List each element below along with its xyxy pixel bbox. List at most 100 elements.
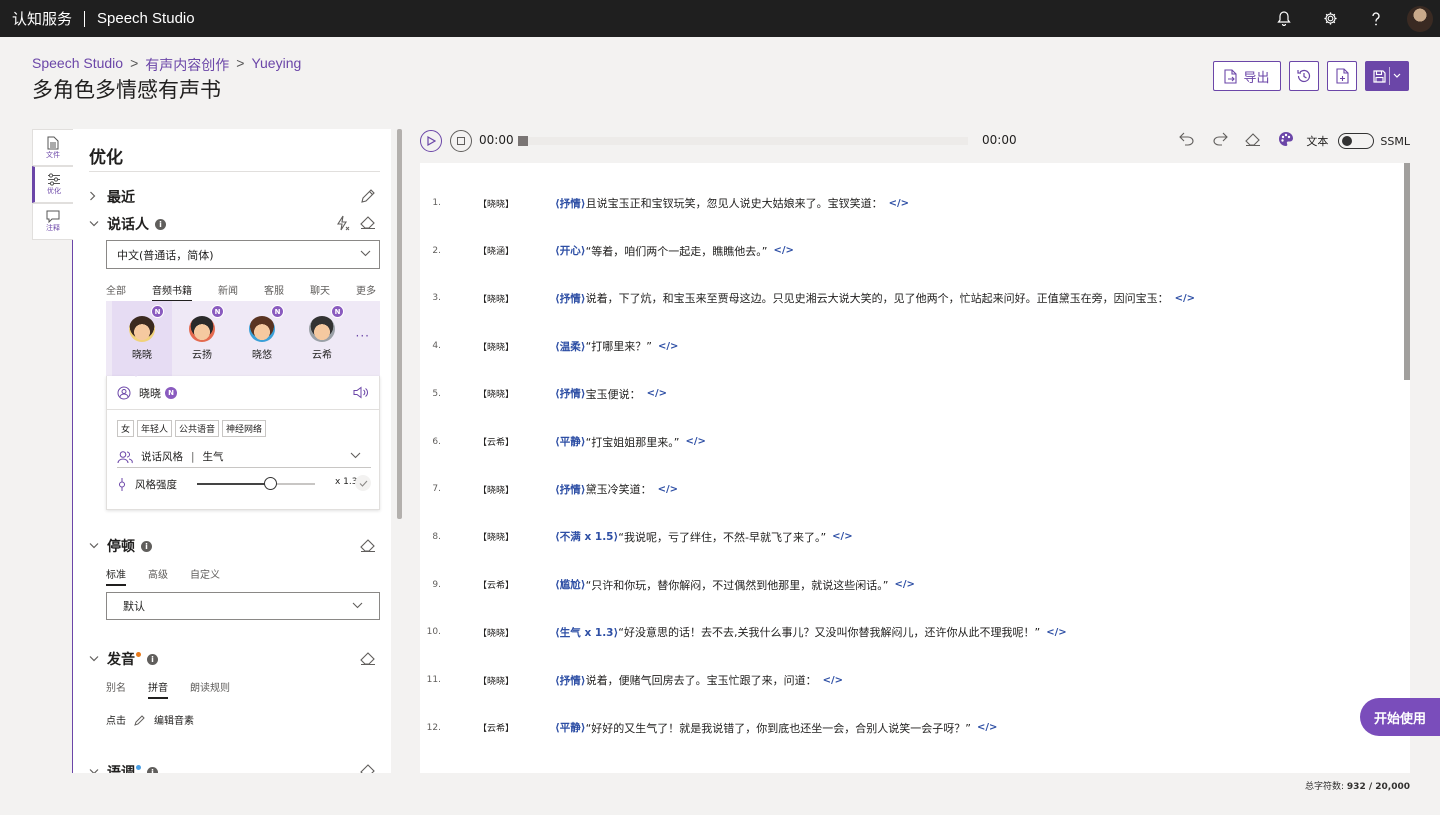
line-content[interactable]: ⟨抒情⟩ 且说宝玉正和宝钗玩笑，忽见人说史大姑娘来了。宝钗笑道： </>	[555, 195, 909, 211]
bell-icon[interactable]	[1261, 0, 1307, 37]
ssml-end-tag-icon[interactable]: </>	[977, 722, 997, 733]
get-started-button[interactable]: 开始使用	[1360, 698, 1440, 736]
tab-standard[interactable]: 标准	[106, 566, 126, 586]
ssml-end-tag-icon[interactable]: </>	[1175, 293, 1195, 304]
tab-all[interactable]: 全部	[106, 282, 126, 302]
eraser-icon[interactable]	[360, 215, 376, 234]
line-content[interactable]: ⟨抒情⟩ 黛玉冷笑道： </>	[555, 481, 678, 497]
new-file-button[interactable]	[1327, 61, 1357, 91]
script-line[interactable]: 2. 【晓涵】 ⟨开心⟩ “等着，咱们两个一起走，瞧瞧他去。” </>	[420, 241, 1400, 261]
pause-select[interactable]: 默认	[106, 592, 380, 620]
line-speaker[interactable]: 【晓晓】	[478, 530, 514, 543]
edit-phoneme-link[interactable]: 编辑音素	[154, 712, 194, 727]
palette-icon[interactable]	[1269, 131, 1302, 151]
line-content[interactable]: ⟨抒情⟩ 说着，下了炕，和宝玉来至贾母这边。只见史湘云大说大笑的，见了他两个，忙站…	[555, 290, 1195, 306]
style-intensity-slider[interactable]	[197, 477, 315, 490]
ssml-toggle[interactable]	[1338, 133, 1375, 149]
language-select[interactable]: 中文(普通话，简体)	[106, 240, 380, 269]
emotion-tag[interactable]: ⟨温柔⟩	[555, 339, 586, 354]
line-speaker[interactable]: 【晓晓】	[478, 483, 514, 496]
info-icon[interactable]: i	[147, 653, 158, 665]
voice-item-yunxi[interactable]: N 云希	[292, 301, 352, 376]
emotion-tag[interactable]: ⟨抒情⟩	[555, 291, 586, 306]
info-icon[interactable]: i	[141, 540, 152, 552]
emotion-tag[interactable]: ⟨抒情⟩	[555, 196, 586, 211]
progress-handle[interactable]	[518, 136, 528, 146]
ssml-end-tag-icon[interactable]: </>	[647, 388, 667, 399]
breadcrumb-item-project[interactable]: Yueying	[251, 55, 301, 75]
ssml-end-tag-icon[interactable]: </>	[823, 675, 843, 686]
stop-button[interactable]	[450, 130, 472, 152]
script-line[interactable]: 4. 【晓晓】 ⟨温柔⟩ “打哪里来？” </>	[420, 336, 1400, 356]
product-name[interactable]: Speech Studio	[97, 10, 195, 27]
voice-item-xiaoxiao[interactable]: N 晓晓	[112, 301, 172, 376]
playback-progress[interactable]	[518, 136, 968, 146]
script-line[interactable]: 6. 【云希】 ⟨平静⟩ “打宝姐姐那里来。” </>	[420, 432, 1400, 452]
info-icon[interactable]: i	[155, 218, 166, 230]
line-content[interactable]: ⟨不满 x 1.5⟩ “我说呢，亏了绊住，不然-早就飞了来了。” </>	[555, 529, 853, 545]
script-line[interactable]: 12. 【云希】 ⟨平静⟩ “好好的又生气了！就是我说错了，你到底也还坐一会，合别人说…	[420, 718, 1400, 738]
gear-icon[interactable]	[1307, 0, 1353, 37]
help-icon[interactable]	[1353, 0, 1399, 37]
tab-pinyin[interactable]: 拼音	[148, 679, 168, 699]
eraser-icon[interactable]	[360, 651, 376, 670]
eraser-icon[interactable]	[1236, 132, 1269, 151]
play-button[interactable]	[420, 130, 442, 152]
line-speaker[interactable]: 【晓晓】	[478, 292, 514, 305]
slider-thumb[interactable]	[264, 477, 278, 490]
emotion-tag[interactable]: ⟨平静⟩	[555, 434, 586, 449]
script-editor[interactable]: 1. 【晓晓】 ⟨抒情⟩ 且说宝玉正和宝钗玩笑，忽见人说史大姑娘来了。宝钗笑道： </>…	[420, 163, 1410, 773]
line-speaker[interactable]: 【晓晓】	[478, 340, 514, 353]
editor-scrollbar[interactable]	[1404, 163, 1410, 380]
line-content[interactable]: ⟨开心⟩ “等着，咱们两个一起走，瞧瞧他去。” </>	[555, 243, 794, 259]
save-button[interactable]	[1365, 61, 1409, 91]
voice-item-yunyang[interactable]: N 云扬	[172, 301, 232, 376]
script-line[interactable]: 10. 【晓晓】 ⟨生气 x 1.3⟩ “好没意思的话！去不去,关我什么事儿？又没叫你…	[420, 622, 1400, 642]
pronunciation-section-header[interactable]: 发音 i	[89, 649, 158, 669]
script-line[interactable]: 11. 【晓晓】 ⟨抒情⟩ 说着，便赌气回房去了。宝玉忙跟了来，问道： </>	[420, 670, 1400, 690]
breadcrumb-item-audio-content[interactable]: 有声内容创作	[145, 55, 229, 75]
ssml-end-tag-icon[interactable]: </>	[658, 341, 678, 352]
emotion-tag[interactable]: ⟨生气 x 1.3⟩	[555, 625, 618, 640]
eraser-icon[interactable]	[360, 763, 376, 773]
pause-section-header[interactable]: 停顿 i	[89, 536, 152, 556]
ssml-end-tag-icon[interactable]: </>	[895, 579, 915, 590]
eraser-icon[interactable]	[360, 538, 376, 557]
flash-icon[interactable]	[335, 215, 350, 235]
script-line[interactable]: 1. 【晓晓】 ⟨抒情⟩ 且说宝玉正和宝钗玩笑，忽见人说史大姑娘来了。宝钗笑道： </>	[420, 193, 1400, 213]
script-line[interactable]: 3. 【晓晓】 ⟨抒情⟩ 说着，下了炕，和宝玉来至贾母这边。只见史湘云大说大笑的，见了…	[420, 288, 1400, 308]
recent-section-header[interactable]: 最近	[89, 187, 135, 207]
ssml-end-tag-icon[interactable]: </>	[686, 436, 706, 447]
ssml-end-tag-icon[interactable]: </>	[658, 484, 678, 495]
line-speaker[interactable]: 【晓晓】	[478, 674, 514, 687]
tab-audiobook[interactable]: 音频书籍	[152, 282, 192, 302]
breadcrumb-item-studio[interactable]: Speech Studio	[32, 55, 123, 75]
line-content[interactable]: ⟨生气 x 1.3⟩ “好没意思的话！去不去,关我什么事儿？又没叫你替我解闷儿，还…	[555, 624, 1067, 640]
line-speaker[interactable]: 【晓晓】	[478, 626, 514, 639]
rail-item-file[interactable]: 文件	[32, 129, 73, 166]
script-line[interactable]: 5. 【晓晓】 ⟨抒情⟩ 宝玉便说： </>	[420, 384, 1400, 404]
line-content[interactable]: ⟨尴尬⟩ “只许和你玩，替你解闷，不过偶然到他那里，就说这些闲话。” </>	[555, 577, 915, 593]
tab-news[interactable]: 新闻	[218, 282, 238, 302]
line-content[interactable]: ⟨抒情⟩ 宝玉便说： </>	[555, 386, 667, 402]
brand-name[interactable]: 认知服务	[12, 8, 72, 29]
emotion-tag[interactable]: ⟨开心⟩	[555, 243, 586, 258]
tab-advanced[interactable]: 高级	[148, 566, 168, 586]
tab-chat[interactable]: 聊天	[310, 282, 330, 302]
script-line[interactable]: 7. 【晓晓】 ⟨抒情⟩ 黛玉冷笑道： </>	[420, 479, 1400, 499]
emotion-tag[interactable]: ⟨抒情⟩	[555, 482, 586, 497]
rail-item-comment[interactable]: 注释	[32, 203, 73, 240]
line-content[interactable]: ⟨温柔⟩ “打哪里来？” </>	[555, 338, 678, 354]
line-speaker[interactable]: 【云希】	[478, 435, 514, 448]
ssml-end-tag-icon[interactable]: </>	[832, 531, 852, 542]
tab-more[interactable]: 更多	[356, 282, 376, 302]
line-speaker[interactable]: 【晓涵】	[478, 244, 514, 257]
emotion-tag[interactable]: ⟨抒情⟩	[555, 386, 586, 401]
line-content[interactable]: ⟨抒情⟩ 说着，便赌气回房去了。宝玉忙跟了来，问道： </>	[555, 672, 843, 688]
voice-item-xiaoyou[interactable]: N 晓悠	[232, 301, 292, 376]
emotion-tag[interactable]: ⟨不满 x 1.5⟩	[555, 529, 618, 544]
line-speaker[interactable]: 【晓晓】	[478, 197, 514, 210]
speaker-icon[interactable]	[353, 386, 369, 399]
tab-custom[interactable]: 自定义	[190, 566, 220, 586]
speaker-section-header[interactable]: 说话人 i	[89, 214, 166, 234]
